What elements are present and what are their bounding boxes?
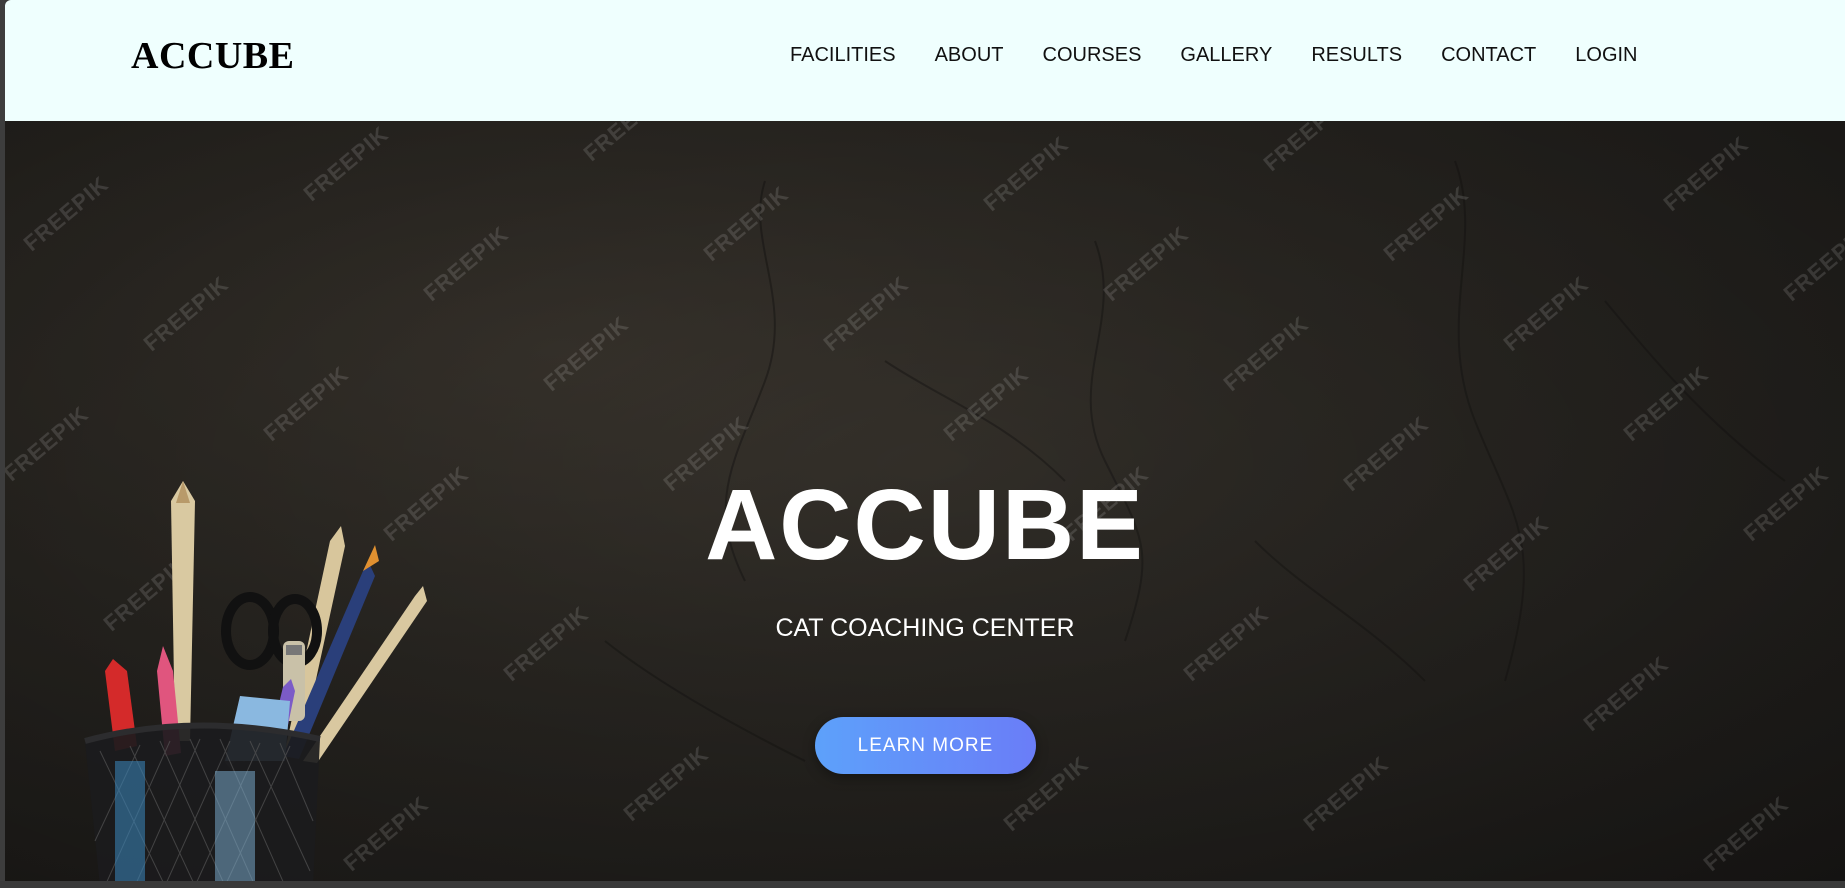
watermark-text: FREEPIK xyxy=(1618,361,1714,447)
nav-item-contact[interactable]: CONTACT xyxy=(1441,44,1536,67)
watermark-text: FREEPIK xyxy=(1578,651,1674,737)
watermark-text: FREEPIK xyxy=(1778,221,1845,307)
nav-item-login[interactable]: LOGIN xyxy=(1575,44,1637,67)
watermark-text: FREEPIK xyxy=(138,271,234,357)
nav-item-gallery[interactable]: GALLERY xyxy=(1180,44,1272,67)
brand-logo[interactable]: ACCUBE xyxy=(131,34,294,78)
watermark-text: FREEPIK xyxy=(1098,221,1194,307)
nav-item-about[interactable]: ABOUT xyxy=(935,44,1004,67)
watermark-text: FREEPIK xyxy=(1658,131,1754,217)
watermark-text: FREEPIK xyxy=(1498,271,1594,357)
watermark-text: FREEPIK xyxy=(578,121,674,167)
watermark-text: FREEPIK xyxy=(1298,751,1394,837)
nav-item-courses[interactable]: COURSES xyxy=(1043,44,1142,67)
watermark-text: FREEPIK xyxy=(18,171,114,257)
hero-section: FREEPIK FREEPIK FREEPIK FREEPIK FREEPIK … xyxy=(5,121,1845,881)
nav-item-facilities[interactable]: FACILITIES xyxy=(790,44,896,67)
nav-item-results[interactable]: RESULTS xyxy=(1311,44,1402,67)
watermark-text: FREEPIK xyxy=(1218,311,1314,397)
learn-more-button[interactable]: LEARN MORE xyxy=(815,717,1036,774)
hero-title: ACCUBE xyxy=(705,469,1145,581)
watermark-text: FREEPIK xyxy=(818,271,914,357)
navbar: ACCUBE FACILITIES ABOUT COURSES GALLERY … xyxy=(5,0,1845,121)
watermark-text: FREEPIK xyxy=(1258,121,1354,177)
nav-links: FACILITIES ABOUT COURSES GALLERY RESULTS… xyxy=(790,44,1677,67)
watermark-text: FREEPIK xyxy=(978,131,1074,217)
watermark-text: FREEPIK xyxy=(618,741,714,827)
watermark-text: FREEPIK xyxy=(698,181,794,267)
watermark-text: FREEPIK xyxy=(938,361,1034,447)
watermark-text: FREEPIK xyxy=(1378,181,1474,267)
watermark-text: FREEPIK xyxy=(258,361,354,447)
watermark-text: FREEPIK xyxy=(418,221,514,307)
hero-subtitle: CAT COACHING CENTER xyxy=(775,614,1075,642)
watermark-text: FREEPIK xyxy=(1698,791,1794,877)
watermark-text: FREEPIK xyxy=(298,121,394,207)
bottom-strip xyxy=(0,881,1845,888)
page: ACCUBE FACILITIES ABOUT COURSES GALLERY … xyxy=(0,0,1845,888)
watermark-text: FREEPIK xyxy=(538,311,634,397)
